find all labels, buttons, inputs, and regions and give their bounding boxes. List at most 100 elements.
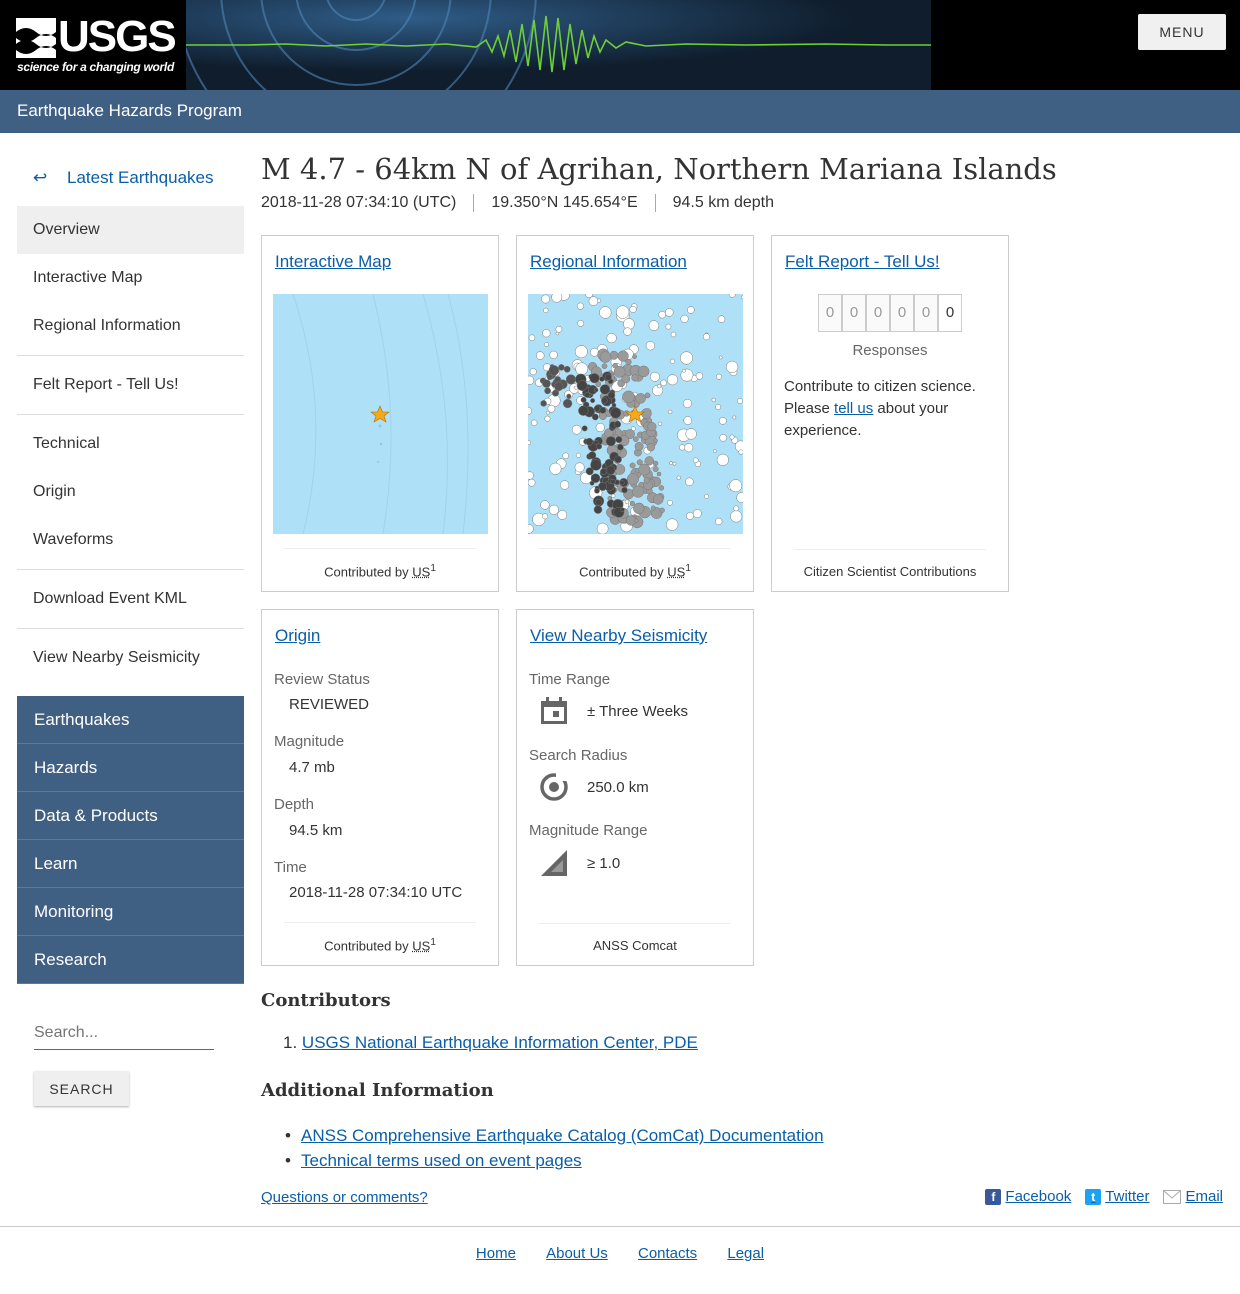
seismic-event-marker [729,479,743,493]
seismic-event-marker [704,493,710,499]
sidebar-item-download-kml[interactable]: Download Event KML [17,575,244,623]
seismic-event-marker [730,510,743,523]
seismic-event-marker [715,404,722,410]
questions-comments-link[interactable]: Questions or comments? [261,1189,428,1206]
seismic-event-marker [692,509,702,518]
program-link[interactable]: Earthquake Hazards Program [17,101,242,121]
seismic-event-marker [679,351,694,365]
seismic-event-marker [626,473,639,486]
seismic-event-marker [672,461,677,466]
seismic-event-marker [606,333,617,344]
section-earthquakes[interactable]: Earthquakes [17,696,244,744]
usgs-logo[interactable]: USGS science for a changing world [0,0,186,90]
seismic-event-marker [576,302,584,310]
sidebar-item-technical[interactable]: Technical [17,420,244,468]
seismic-event-marker [614,455,622,464]
section-hazards[interactable]: Hazards [17,744,244,792]
contributor-link[interactable]: USGS National Earthquake Information Cen… [302,1033,698,1052]
seismic-event-marker [665,308,674,317]
seismic-event-marker [544,415,551,422]
section-research[interactable]: Research [17,936,244,984]
seismic-event-marker [593,505,603,514]
sidebar-item-nearby-seismicity[interactable]: View Nearby Seismicity [17,634,244,682]
footer-about-link[interactable]: About Us [546,1245,608,1262]
magnitude-value: 4.7 mb [289,759,335,776]
facebook-link[interactable]: f Facebook [985,1188,1071,1205]
interactive-map-thumbnail[interactable] [273,294,488,534]
regional-seismicity-map[interactable] [528,294,743,534]
footer-home-link[interactable]: Home [476,1245,516,1262]
seismic-event-marker [578,405,589,416]
menu-button[interactable]: MENU [1138,14,1226,50]
tell-us-link[interactable]: tell us [834,400,873,417]
magnitude-range-value: ≥ 1.0 [587,855,621,872]
section-nav: Earthquakes Hazards Data & Products Lear… [17,696,244,984]
seismic-event-marker [650,505,656,511]
review-status-label: Review Status [274,671,370,688]
seismic-event-marker [717,315,726,323]
section-learn[interactable]: Learn [17,840,244,888]
seismic-event-marker [740,295,743,300]
seismic-event-marker [645,341,656,351]
seismic-event-marker [680,314,689,323]
sidebar-item-regional-information[interactable]: Regional Information [17,302,244,350]
citizen-scientist-footer: Citizen Scientist Contributions [794,549,986,579]
seismic-event-marker [599,376,605,382]
seismic-event-marker [542,513,549,520]
seismic-event-marker [528,334,536,342]
back-arrow-icon: ↩ [33,168,48,187]
seismic-event-marker [531,419,538,426]
twitter-link[interactable]: t Twitter [1085,1188,1149,1205]
search-radius-value: 250.0 km [587,779,649,796]
seismic-event-marker [652,460,659,467]
email-link[interactable]: Email [1163,1188,1223,1205]
search-radius-label: Search Radius [529,747,628,764]
seismic-event-marker [629,500,635,506]
search-input[interactable] [34,1016,214,1050]
seismic-event-marker [575,362,589,376]
seismic-event-marker [546,374,553,381]
search-button[interactable]: SEARCH [34,1071,129,1106]
seismic-event-marker [684,443,694,453]
seismic-event-marker [562,398,573,409]
seismic-event-marker [719,434,727,442]
seismic-event-marker [687,306,695,314]
seismic-event-marker [610,407,622,419]
regional-information-card: Regional Information Contributed by US1 [516,235,754,592]
felt-report-link[interactable]: Felt Report - Tell Us! [785,252,940,272]
seismic-event-marker [584,391,591,398]
seismic-event-marker [658,485,665,491]
seismic-event-marker [713,449,717,453]
time-label: Time [274,859,307,876]
counter-digit: 0 [842,294,866,332]
event-depth: 94.5 km depth [654,194,791,212]
seismic-event-marker [585,467,594,476]
sidebar-item-overview[interactable]: Overview [17,206,244,254]
origin-link[interactable]: Origin [275,626,320,646]
contributed-by: Contributed by US1 [539,547,731,579]
technical-terms-link[interactable]: Technical terms used on event pages [301,1151,582,1170]
seismic-event-marker [540,400,547,407]
seismic-event-marker [540,500,550,510]
seismic-event-marker [692,457,699,464]
footer-legal-link[interactable]: Legal [727,1245,764,1262]
magnitude-label: Magnitude [274,733,345,750]
seismic-event-marker [542,329,551,338]
section-monitoring[interactable]: Monitoring [17,888,244,936]
seismic-event-marker [574,345,588,359]
seismic-event-marker [528,440,532,445]
program-bar: Earthquake Hazards Program [0,90,1240,133]
sidebar-item-origin[interactable]: Origin [17,468,244,516]
seismic-event-marker [670,331,677,338]
comcat-documentation-link[interactable]: ANSS Comprehensive Earthquake Catalog (C… [301,1126,824,1145]
footer-contacts-link[interactable]: Contacts [638,1245,697,1262]
seismic-event-marker [632,354,637,359]
sidebar-item-felt-report[interactable]: Felt Report - Tell Us! [17,361,244,409]
sidebar-item-waveforms[interactable]: Waveforms [17,516,244,564]
sidebar-item-interactive-map[interactable]: Interactive Map [17,254,244,302]
regional-information-link[interactable]: Regional Information [530,252,687,272]
nearby-seismicity-link[interactable]: View Nearby Seismicity [530,626,707,646]
latest-earthquakes-link[interactable]: ↩ Latest Earthquakes [17,150,244,206]
interactive-map-link[interactable]: Interactive Map [275,252,391,272]
section-data-products[interactable]: Data & Products [17,792,244,840]
